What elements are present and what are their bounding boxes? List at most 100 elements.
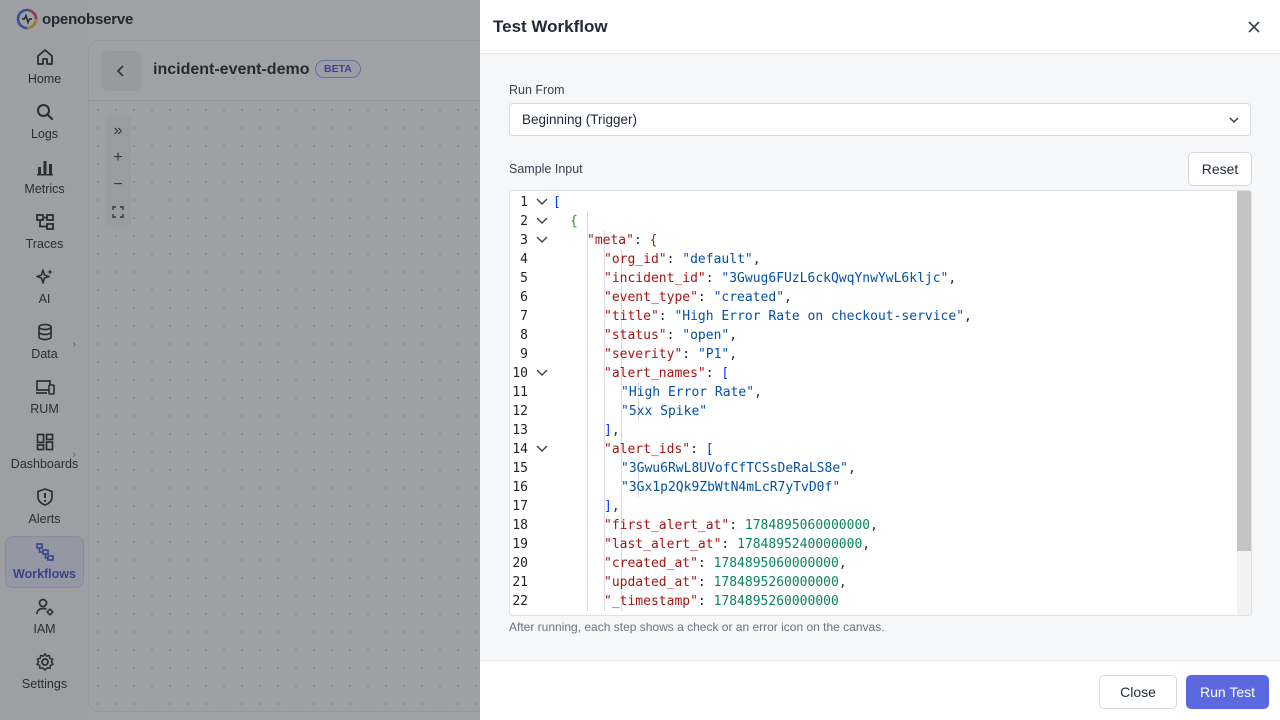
code-token: "meta" <box>587 233 634 248</box>
line-number: 6 <box>520 290 528 305</box>
code-token: "3Gwug6FUzL6ckQwqYnwYwL6kljc" <box>721 271 949 286</box>
code-text: [ <box>553 193 561 212</box>
indent-guide <box>587 326 588 345</box>
code-text: "3Gwu6RwL8UVofCfTCSsDeRaLS8e", <box>621 459 856 478</box>
indent-guide <box>587 307 588 326</box>
run-from-label: Run From <box>509 83 565 97</box>
sample-input-label: Sample Input <box>509 162 583 176</box>
code-token: , <box>611 499 620 514</box>
indent-guide <box>587 478 588 497</box>
indent-guide <box>587 573 588 592</box>
fold-chevron-icon[interactable] <box>536 217 548 225</box>
line-number: 17 <box>512 499 528 514</box>
drawer-close-button[interactable] <box>1244 17 1264 37</box>
reset-button[interactable]: Reset <box>1188 152 1252 186</box>
code-line: 2{ <box>510 212 1238 231</box>
code-line: 8 "status": "open", <box>510 326 1238 345</box>
line-number: 9 <box>520 347 528 362</box>
fold-chevron-icon[interactable] <box>536 445 548 453</box>
code-token: : <box>721 537 738 552</box>
code-line: 17], <box>510 497 1238 516</box>
indent-guide <box>621 497 622 516</box>
code-token: , <box>752 252 761 267</box>
code-text: "updated_at": 1784895260000000, <box>604 573 847 592</box>
line-number: 10 <box>512 366 528 381</box>
code-token: [ <box>553 195 561 210</box>
test-workflow-drawer: Test Workflow Run From Beginning (Trigge… <box>480 0 1280 720</box>
line-number: 13 <box>512 423 528 438</box>
code-token: ] <box>604 499 612 514</box>
line-number: 19 <box>512 537 528 552</box>
code-text: "5xx Spike" <box>621 402 707 421</box>
code-token: "3Gx1p2Qk9ZbWtN4mLcR7yTvD0f" <box>621 480 841 495</box>
code-token: "severity" <box>604 347 683 362</box>
indent-guide <box>604 402 605 421</box>
indent-guide <box>604 478 605 497</box>
code-text: "org_id": "default", <box>604 250 761 269</box>
indent-guide <box>604 459 605 478</box>
indent-guide <box>587 269 588 288</box>
code-token: , <box>754 385 762 400</box>
code-token: "created_at" <box>604 556 698 571</box>
code-token: "org_id" <box>604 252 667 267</box>
fold-chevron-icon[interactable] <box>536 198 548 206</box>
code-text: "incident_id": "3Gwug6FUzL6ckQwqYnwYwL6k… <box>604 269 956 288</box>
indent-guide <box>587 212 588 231</box>
code-token: "5xx Spike" <box>621 404 708 419</box>
code-token: "first_alert_at" <box>604 518 730 533</box>
indent-guide <box>587 364 588 383</box>
code-line: 6 "event_type": "created", <box>510 288 1238 307</box>
code-token: , <box>729 328 738 343</box>
run-from-select[interactable]: Beginning (Trigger) <box>509 103 1251 136</box>
editor-scrollbar-thumb[interactable] <box>1237 191 1251 551</box>
line-number: 14 <box>512 442 528 457</box>
code-text: ], <box>604 497 620 516</box>
code-token: "_timestamp" <box>604 594 698 609</box>
sample-input-editor[interactable]: 22 "_timestamp": 1784895260000000 21 "updat… <box>509 190 1252 616</box>
run-from-value: Beginning (Trigger) <box>522 112 638 127</box>
code-token: : <box>697 575 714 590</box>
code-text: "High Error Rate", <box>621 383 762 402</box>
code-token: , <box>784 290 792 305</box>
code-text: "alert_names": [ <box>604 364 729 383</box>
code-line: 16 "3Gx1p2Qk9ZbWtN4mLcR7yTvD0f" <box>510 478 1238 497</box>
code-token: 1784895060000000 <box>744 518 871 533</box>
code-token: "status" <box>604 328 667 343</box>
code-token: , <box>870 518 878 533</box>
code-token: : <box>690 442 706 457</box>
close-icon <box>1248 21 1260 33</box>
code-text: "created_at": 1784895060000000, <box>604 554 847 573</box>
code-line: 4 "org_id": "default", <box>510 250 1238 269</box>
code-text: "last_alert_at": 1784895240000000, <box>604 535 870 554</box>
code-token: : <box>666 252 683 267</box>
line-number: 4 <box>520 252 528 267</box>
code-token: 1784895240000000 <box>737 537 863 552</box>
drawer-footer: Close Run Test <box>480 660 1280 720</box>
code-token: "High Error Rate on checkout-service" <box>674 309 965 324</box>
code-text: "meta": { <box>587 231 657 250</box>
code-token: : <box>666 328 683 343</box>
code-token: , <box>729 347 738 362</box>
code-text: "_timestamp": 1784895260000000 <box>604 592 839 611</box>
code-line: 20 "created_at": 1784895060000000, <box>510 554 1238 573</box>
code-token: : <box>705 271 722 286</box>
code-line: 10 "alert_names": [ <box>510 364 1238 383</box>
code-token: ] <box>604 423 612 438</box>
chevron-down-icon <box>1229 117 1239 124</box>
line-number: 22 <box>512 594 528 609</box>
indent-guide <box>587 459 588 478</box>
run-test-button[interactable]: Run Test <box>1186 675 1269 709</box>
code-token: , <box>838 575 847 590</box>
code-line: 9 "severity": "P1", <box>510 345 1238 364</box>
close-button[interactable]: Close <box>1099 675 1177 709</box>
code-text: "status": "open", <box>604 326 737 345</box>
code-line: 3 "meta": { <box>510 231 1238 250</box>
code-token: , <box>847 461 856 476</box>
indent-guide <box>587 421 588 440</box>
code-line: 19 "last_alert_at": 1784895240000000, <box>510 535 1238 554</box>
code-text: "event_type": "created", <box>604 288 792 307</box>
drawer-title: Test Workflow <box>493 17 608 36</box>
fold-chevron-icon[interactable] <box>536 236 548 244</box>
fold-chevron-icon[interactable] <box>536 369 548 377</box>
code-token: : <box>633 233 650 248</box>
